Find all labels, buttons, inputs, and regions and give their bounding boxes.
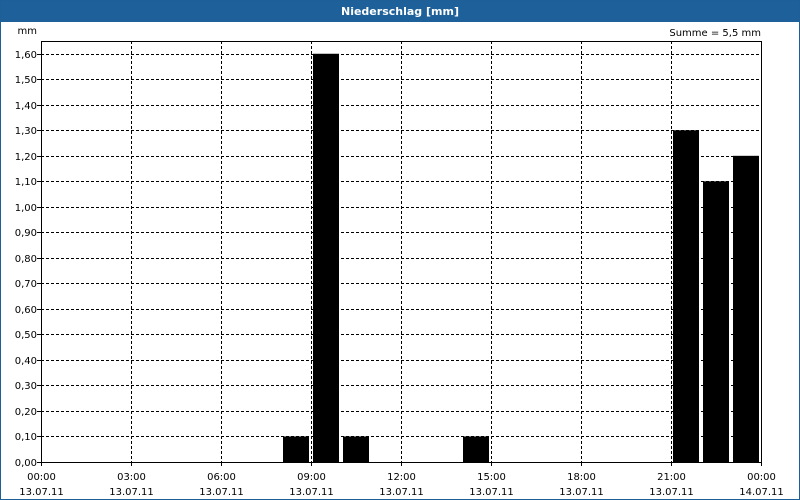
x-tick-label-time: 03:00: [117, 472, 146, 483]
x-tick-label-date: 13.07.11: [379, 487, 424, 498]
x-tick-label-time: 00:00: [747, 472, 776, 483]
x-tick-label-date: 13.07.11: [199, 487, 244, 498]
sum-label: Summe = 5,5 mm: [669, 28, 761, 39]
bar: [673, 130, 699, 462]
bar: [313, 53, 339, 463]
x-tick-label-date: 13.07.11: [19, 487, 64, 498]
x-tick-label-time: 09:00: [297, 472, 326, 483]
y-tick-label: 0,70: [15, 279, 37, 290]
bar: [703, 181, 729, 463]
chart-title: Niederschlag [mm]: [1, 1, 799, 22]
x-tick-label-date: 13.07.11: [559, 487, 604, 498]
x-tick-label-date: 13.07.11: [469, 487, 514, 498]
y-tick-label: 0,00: [15, 458, 37, 469]
y-tick-label: 1,30: [15, 126, 37, 137]
y-tick-label: 1,60: [15, 50, 37, 61]
y-tick-label: 0,80: [15, 254, 37, 265]
x-tick-label-time: 00:00: [27, 472, 56, 483]
x-tick-label-date: 13.07.11: [109, 487, 154, 498]
bar: [463, 436, 489, 462]
x-tick-label-time: 18:00: [567, 472, 596, 483]
chart-window: Niederschlag [mm] 0,00 0,10 0,20 0,30 0,40 0,…: [0, 0, 800, 500]
x-tick-label-date: 14.07.11: [739, 487, 784, 498]
y-tick-label: 0,30: [15, 381, 37, 392]
y-axis-unit-label: mm: [18, 26, 37, 37]
bar: [733, 155, 759, 462]
y-tick-label: 0,90: [15, 228, 37, 239]
bar: [283, 436, 309, 462]
y-tick-label: 1,00: [15, 203, 37, 214]
y-tick-label: 0,10: [15, 432, 37, 443]
x-tick-label-time: 21:00: [657, 472, 686, 483]
x-tick-label-time: 15:00: [477, 472, 506, 483]
y-tick-label: 0,20: [15, 407, 37, 418]
y-tick-label: 1,10: [15, 177, 37, 188]
y-tick-label: 1,40: [15, 101, 37, 112]
x-tick-label-time: 12:00: [387, 472, 416, 483]
x-tick-label-date: 13.07.11: [649, 487, 694, 498]
y-tick-label: 1,20: [15, 152, 37, 163]
y-tick-label: 0,60: [15, 305, 37, 316]
precipitation-chart: 0,00 0,10 0,20 0,30 0,40 0,50 0,60 0,70 0,80 0,90…: [15, 26, 784, 498]
bar: [343, 436, 369, 462]
x-tick-label-date: 13.07.11: [289, 487, 334, 498]
y-tick-label: 0,40: [15, 356, 37, 367]
x-tick-label-time: 06:00: [207, 472, 236, 483]
y-tick-label: 0,50: [15, 330, 37, 341]
y-tick-label: 1,50: [15, 75, 37, 86]
